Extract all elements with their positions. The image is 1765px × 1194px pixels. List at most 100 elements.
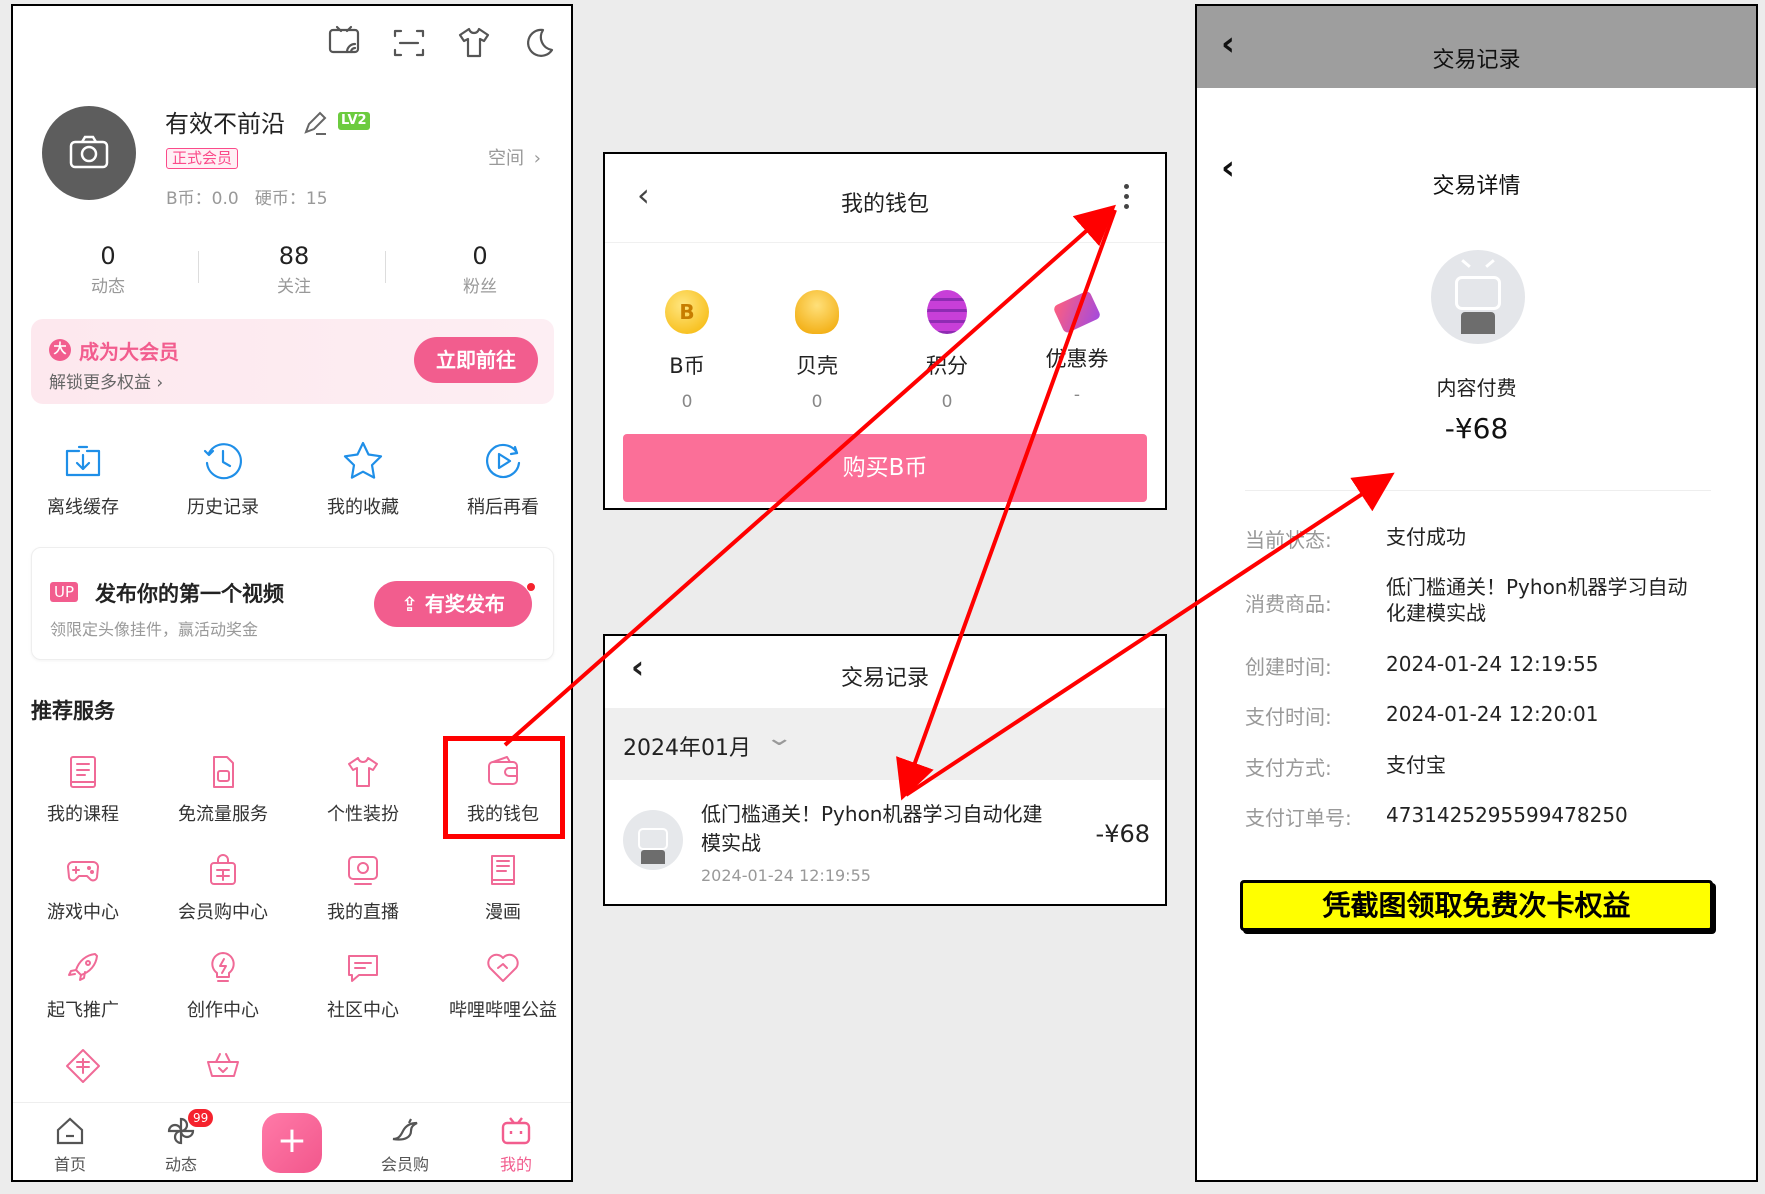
coupon-icon	[1052, 289, 1102, 335]
service-label: 我的课程	[47, 804, 119, 825]
nav-vip-shop[interactable]: 会员购	[370, 1115, 440, 1175]
wallet-item-label: 贝壳	[796, 354, 838, 378]
month-filter-label: 2024年01月	[623, 736, 751, 761]
avatar[interactable]	[42, 106, 136, 200]
upload-subtitle: 领限定头像挂件，赢活动奖金	[50, 620, 259, 639]
moon-icon[interactable]	[521, 26, 555, 60]
wallet-item-label: 优惠券	[1045, 347, 1109, 371]
wallet-item-shell[interactable]: 贝壳 0	[757, 290, 877, 412]
points-icon	[927, 290, 967, 334]
tv-mascot-icon	[1431, 250, 1525, 344]
stat-dynamics[interactable]: 0 动态	[53, 242, 163, 297]
edit-icon[interactable]	[302, 110, 328, 136]
vip-banner[interactable]: 大 成为大会员 解锁更多权益 › 立即前往	[31, 319, 554, 404]
stat-following[interactable]: 88 关注	[239, 242, 349, 297]
coin-balance: B币：0.0 硬币：15	[166, 189, 328, 209]
highlight-box	[443, 736, 565, 839]
divider	[1245, 490, 1711, 491]
upload-card[interactable]: UP 发布你的第一个视频 领限定头像挂件，赢活动奖金 ⇪ 有奖发布	[31, 547, 554, 660]
row-key: 消费商品:	[1245, 592, 1332, 616]
detail-title: 交易详情	[1432, 174, 1521, 199]
quick-item-history[interactable]: 历史记录	[153, 439, 293, 519]
stat-fans[interactable]: 0 粉丝	[425, 242, 535, 297]
stat-value: 0	[100, 242, 116, 270]
service-label: 我的直播	[327, 902, 399, 923]
service-comic[interactable]: 漫画	[433, 852, 571, 924]
camera-icon	[69, 135, 109, 169]
vip-go-button[interactable]: 立即前往	[414, 337, 538, 383]
nav-label: 动态	[164, 1155, 197, 1174]
service-free-data[interactable]: 免流量服务	[153, 754, 293, 826]
comic-icon	[491, 855, 515, 885]
transaction-row[interactable]: 低门槛通关！Pyhon机器学习自动化建模实战 2024-01-24 12:19:…	[605, 780, 1165, 904]
publish-plus-button[interactable]: +	[262, 1113, 322, 1173]
wallet-title: 我的钱包	[840, 192, 929, 217]
nav-label: 我的	[499, 1155, 532, 1174]
promo-banner: 凭截图领取免费次卡权益	[1240, 880, 1713, 931]
wallet-item-value: 0	[681, 392, 693, 412]
row-key: 支付方式:	[1245, 756, 1332, 780]
transaction-time: 2024-01-24 12:19:55	[701, 866, 871, 885]
service-basket[interactable]	[153, 1048, 293, 1094]
service-my-live[interactable]: 我的直播	[293, 852, 433, 924]
chevron-right-icon: ›	[151, 373, 164, 393]
chevron-right-icon: ›	[533, 148, 541, 169]
month-filter[interactable]: 2024年01月 ⌄	[605, 708, 1165, 780]
shirt-icon	[348, 757, 378, 787]
shell-icon	[795, 290, 839, 334]
course-icon	[70, 756, 96, 788]
transactions-panel: ‹ 交易记录 2024年01月 ⌄ 低门槛通关！Pyhon机器学习自动化建模实战…	[603, 634, 1167, 906]
wallet-item-coupon[interactable]: 优惠券 -	[1017, 289, 1137, 405]
star-icon	[343, 441, 383, 479]
wallet-item-bcoin[interactable]: B B币 0	[627, 290, 747, 412]
heart-icon	[487, 953, 519, 982]
tv-mascot-icon	[623, 810, 683, 870]
nav-label: 首页	[53, 1155, 86, 1174]
service-label: 社区中心	[327, 1000, 399, 1021]
wallet-item-points[interactable]: 积分 0	[887, 290, 1007, 412]
shirt-icon[interactable]	[457, 26, 491, 60]
space-link[interactable]: 空间 ›	[488, 144, 541, 170]
quick-item-watch-later[interactable]: 稍后再看	[433, 439, 571, 519]
upload-title: 发布你的第一个视频	[95, 582, 284, 606]
nav-dynamics[interactable]: 动态 99	[146, 1109, 216, 1175]
more-icon[interactable]	[1124, 184, 1130, 209]
service-vip-shop[interactable]: 会员购中心	[153, 852, 293, 924]
bcoin-icon: B	[665, 290, 709, 334]
service-creator-center[interactable]: 创作中心	[153, 950, 293, 1022]
service-my-course[interactable]: 我的课程	[13, 754, 153, 826]
dragon-nav-icon	[392, 1118, 418, 1141]
unread-badge: 99	[188, 1109, 214, 1127]
wallet-item-label: B币	[669, 354, 705, 378]
service-dragon[interactable]	[13, 1048, 153, 1094]
quick-item-label: 稍后再看	[467, 497, 539, 518]
live-icon	[348, 856, 378, 885]
quick-item-favorites[interactable]: 我的收藏	[293, 439, 433, 519]
vip-title: 成为大会员	[79, 340, 179, 364]
nav-mine[interactable]: 我的	[481, 1115, 551, 1175]
divider	[385, 251, 386, 283]
divider	[605, 242, 1165, 243]
service-boost-promotion[interactable]: 起飞推广	[13, 950, 153, 1022]
row-value: 支付成功	[1386, 525, 1466, 549]
transaction-amount: -¥68	[1095, 820, 1150, 848]
scan-icon[interactable]	[392, 26, 426, 60]
service-charity[interactable]: 哔哩哔哩公益	[433, 950, 571, 1022]
detail-header: ‹ 交易记录	[1197, 6, 1756, 88]
quick-item-offline-cache[interactable]: 离线缓存	[13, 439, 153, 519]
row-value: 2024-01-24 12:19:55	[1386, 652, 1599, 676]
buy-bcoin-button[interactable]: 购买B币	[623, 434, 1147, 502]
vip-subtitle-text: 解锁更多权益	[49, 373, 151, 393]
service-personal-dress[interactable]: 个性装扮	[293, 754, 433, 826]
cast-icon[interactable]	[327, 24, 361, 58]
nav-home[interactable]: 首页	[35, 1115, 105, 1175]
service-game-center[interactable]: 游戏中心	[13, 852, 153, 924]
stat-value: 88	[278, 242, 310, 270]
service-label: 漫画	[485, 902, 521, 923]
download-icon	[65, 445, 101, 477]
dragon-icon	[66, 1049, 100, 1083]
chevron-down-icon: ⌄	[764, 726, 794, 751]
wallet-item-value: 0	[941, 392, 953, 412]
service-community-center[interactable]: 社区中心	[293, 950, 433, 1022]
publish-button[interactable]: ⇪ 有奖发布	[374, 581, 532, 627]
